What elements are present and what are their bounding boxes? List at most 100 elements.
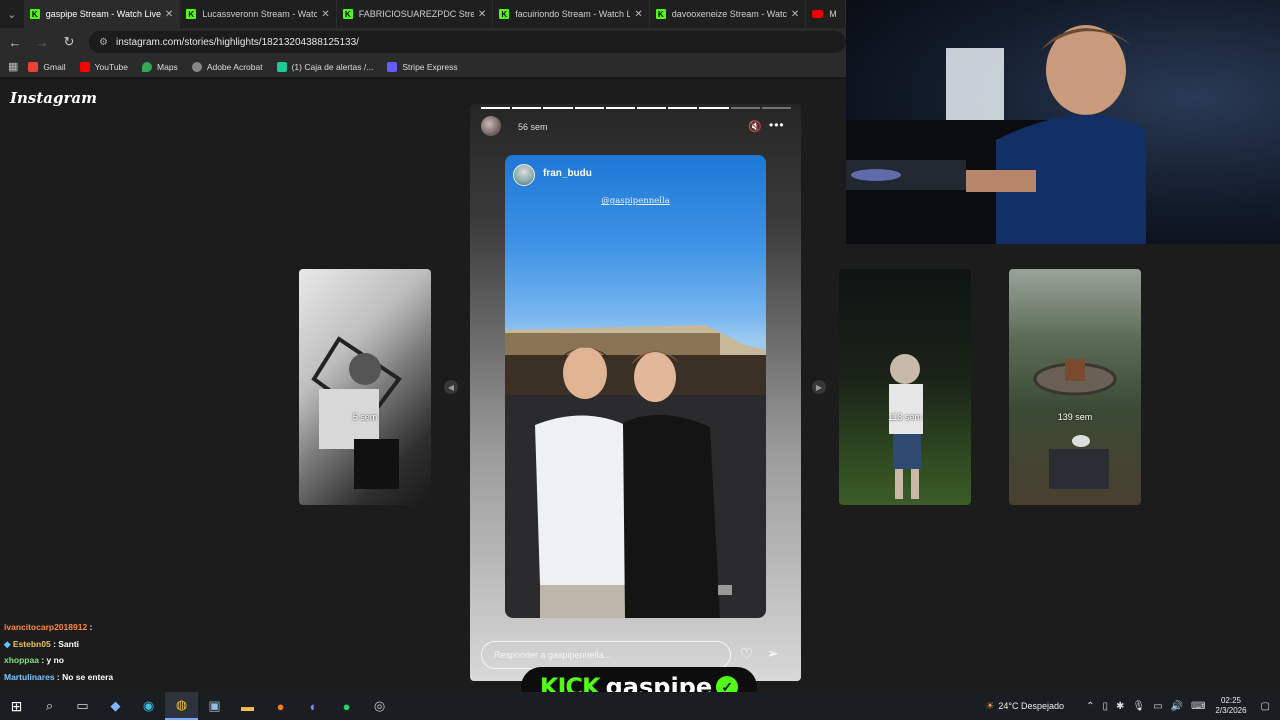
stripe-icon bbox=[387, 61, 398, 72]
store-icon[interactable]: ▣ bbox=[198, 692, 231, 720]
apps-grid-icon[interactable]: ▦ bbox=[8, 60, 18, 73]
progress-segment bbox=[481, 107, 511, 109]
bookmark-adobe-acrobat[interactable]: Adobe Acrobat bbox=[191, 61, 263, 72]
screen: ⌄ Kgaspipe Stream - Watch Live on ✕ K Luca… bbox=[0, 0, 1280, 720]
chevron-up-icon[interactable]: ⌃ bbox=[1086, 701, 1094, 712]
progress-segment bbox=[761, 107, 792, 109]
clock[interactable]: 02:25 2/3/2026 bbox=[1215, 696, 1246, 716]
webcam-overlay bbox=[846, 0, 1280, 244]
spotify-icon[interactable]: ● bbox=[330, 692, 363, 720]
bookmark-youtube[interactable]: YouTube bbox=[79, 61, 129, 72]
progress-segment bbox=[512, 107, 542, 109]
reload-icon[interactable]: ↻ bbox=[57, 30, 81, 54]
close-tab-icon[interactable]: ✕ bbox=[634, 9, 642, 20]
next-story-icon[interactable]: ▶ bbox=[812, 380, 826, 394]
kick-favicon-icon: K bbox=[499, 9, 510, 19]
microphone-icon[interactable]: 🎙 bbox=[1132, 701, 1145, 712]
copilot-icon[interactable]: ◆ bbox=[99, 692, 132, 720]
bookmark-label: Maps bbox=[157, 61, 178, 72]
progress-segment bbox=[730, 107, 760, 109]
story-age-label: 56 sem bbox=[518, 122, 548, 132]
file-explorer-icon[interactable]: ▬ bbox=[231, 692, 264, 720]
browser-tab[interactable]: M bbox=[806, 0, 846, 28]
gear-icon[interactable]: ✱ bbox=[1116, 701, 1124, 712]
browser-tab[interactable]: Kdavooxeneize Stream - Watch L ✕ bbox=[650, 0, 807, 28]
side-story-preview[interactable]: 5 sem bbox=[299, 269, 431, 505]
story-mention-sticker[interactable]: @gaspipennella bbox=[505, 196, 766, 206]
task-view-icon[interactable]: ▭ bbox=[66, 692, 99, 720]
story-inner-username[interactable]: fran_budu bbox=[543, 168, 592, 179]
instagram-logo[interactable]: Instagram bbox=[10, 89, 97, 107]
close-tab-icon[interactable]: ✕ bbox=[165, 9, 173, 20]
tab-title: FABRICIOSUAREZPDC Stream - bbox=[358, 9, 474, 19]
windows-start-icon[interactable]: ⊞ bbox=[0, 692, 33, 720]
progress-segment bbox=[574, 107, 604, 109]
progress-segment bbox=[699, 107, 729, 109]
bookmark-label: (1) Caja de alertas /... bbox=[291, 61, 374, 72]
weather-text[interactable]: 24°C Despejado bbox=[998, 701, 1064, 711]
side-story-preview[interactable]: 139 sem bbox=[1009, 269, 1141, 505]
kick-favicon-icon: K bbox=[186, 9, 197, 19]
story-progress-bar bbox=[481, 107, 792, 109]
site-info-icon[interactable]: ⚙ bbox=[99, 37, 108, 48]
search-icon[interactable]: ⌕ bbox=[33, 692, 66, 720]
usb-icon[interactable]: ▯ bbox=[1102, 701, 1108, 712]
clock-date: 2/3/2026 bbox=[1215, 706, 1247, 715]
bookmark-stripe-express[interactable]: Stripe Express bbox=[387, 61, 458, 72]
progress-segment bbox=[605, 107, 636, 109]
progress-segment bbox=[543, 107, 573, 109]
close-tab-icon[interactable]: ✕ bbox=[478, 9, 486, 20]
notifications-icon[interactable]: ▢ bbox=[1261, 701, 1270, 712]
tab-title: M bbox=[829, 9, 837, 19]
tab-title: gaspipe Stream - Watch Live on bbox=[45, 9, 161, 19]
tab-title: facuiriondo Stream - Watch Live bbox=[515, 9, 631, 19]
discord-icon[interactable]: ◐ bbox=[297, 692, 330, 720]
chat-message: Martulinares : No se entera bbox=[4, 671, 114, 682]
story-thumbnail-image bbox=[1033, 359, 1117, 489]
bookmark-maps[interactable]: Maps bbox=[142, 61, 178, 72]
chat-text: No se entera bbox=[62, 671, 114, 682]
side-story-preview[interactable]: 113 sem bbox=[839, 269, 971, 505]
url-text: instagram.com/stories/highlights/1821320… bbox=[115, 36, 359, 48]
avatar[interactable] bbox=[481, 116, 501, 136]
close-tab-icon[interactable]: ✕ bbox=[791, 9, 799, 20]
avatar[interactable] bbox=[513, 164, 535, 186]
chat-message: ◆ Estebn05 : Santi bbox=[4, 638, 80, 649]
back-icon[interactable]: ← bbox=[3, 30, 27, 54]
bookmark-caja-alertas[interactable]: (1) Caja de alertas /... bbox=[276, 61, 374, 72]
chat-text: y no bbox=[46, 655, 64, 665]
windows-taskbar: ⊞ ⌕ ▭ ◆ ◉ ◍ ▣ ▬ ● ◐ ● ◎ ☀ 24°C Despejado… bbox=[0, 692, 1280, 720]
heart-icon[interactable]: ♡ bbox=[740, 645, 753, 663]
browser-tab[interactable]: Kfacuiriondo Stream - Watch Live ✕ bbox=[493, 0, 650, 28]
browser-tab[interactable]: K Lucassveronn Stream - Watch Li ✕ bbox=[180, 0, 337, 28]
browser-tab[interactable]: K FABRICIOSUAREZPDC Stream - ✕ bbox=[337, 0, 494, 28]
browser-tab-bar: ⌄ Kgaspipe Stream - Watch Live on ✕ K Luca… bbox=[0, 0, 846, 28]
volume-icon[interactable]: 🔊 bbox=[1171, 701, 1183, 712]
obs-icon[interactable]: ◎ bbox=[363, 692, 396, 720]
mute-icon[interactable]: 🔇 bbox=[748, 120, 762, 133]
active-story[interactable]: 56 sem 🔇 ••• fran_budu @gaspipennella Re… bbox=[470, 104, 801, 681]
firefox-icon[interactable]: ● bbox=[264, 692, 297, 720]
previous-story-icon[interactable]: ◀ bbox=[444, 380, 458, 394]
reply-placeholder: Responder a gaspipennella... bbox=[494, 650, 612, 660]
close-tab-icon[interactable]: ✕ bbox=[321, 9, 329, 20]
tab-search-chevron-icon[interactable]: ⌄ bbox=[0, 0, 24, 28]
bookmark-gmail[interactable]: Gmail bbox=[28, 61, 66, 72]
chat-username: xhoppaa bbox=[4, 655, 39, 665]
chrome-icon[interactable]: ◍ bbox=[165, 692, 198, 720]
chat-message: xhoppaa : y no bbox=[4, 655, 64, 665]
edge-icon[interactable]: ◉ bbox=[132, 692, 165, 720]
system-tray: ☀ 24°C Despejado ⌃ ▯ ✱ 🎙 ▭ 🔊 ⌨ 02:25 2/3/… bbox=[981, 692, 1280, 720]
send-icon[interactable]: ➢ bbox=[767, 645, 779, 662]
keyboard-icon[interactable]: ⌨ bbox=[1191, 701, 1205, 712]
url-input[interactable]: ⚙ instagram.com/stories/highlights/182132… bbox=[89, 31, 846, 53]
tab-title: davooxeneize Stream - Watch L bbox=[671, 9, 787, 19]
reply-input[interactable]: Responder a gaspipennella... bbox=[481, 641, 731, 669]
more-options-icon[interactable]: ••• bbox=[769, 118, 785, 132]
browser-tab[interactable]: Kgaspipe Stream - Watch Live on ✕ bbox=[23, 0, 181, 28]
chat-message: ivancitocarp2018912 : bbox=[4, 622, 93, 632]
network-icon[interactable]: ▭ bbox=[1153, 701, 1162, 712]
bookmark-label: YouTube bbox=[94, 61, 129, 72]
bookmark-label: Stripe Express bbox=[402, 61, 458, 72]
forward-icon[interactable]: → bbox=[30, 30, 54, 54]
